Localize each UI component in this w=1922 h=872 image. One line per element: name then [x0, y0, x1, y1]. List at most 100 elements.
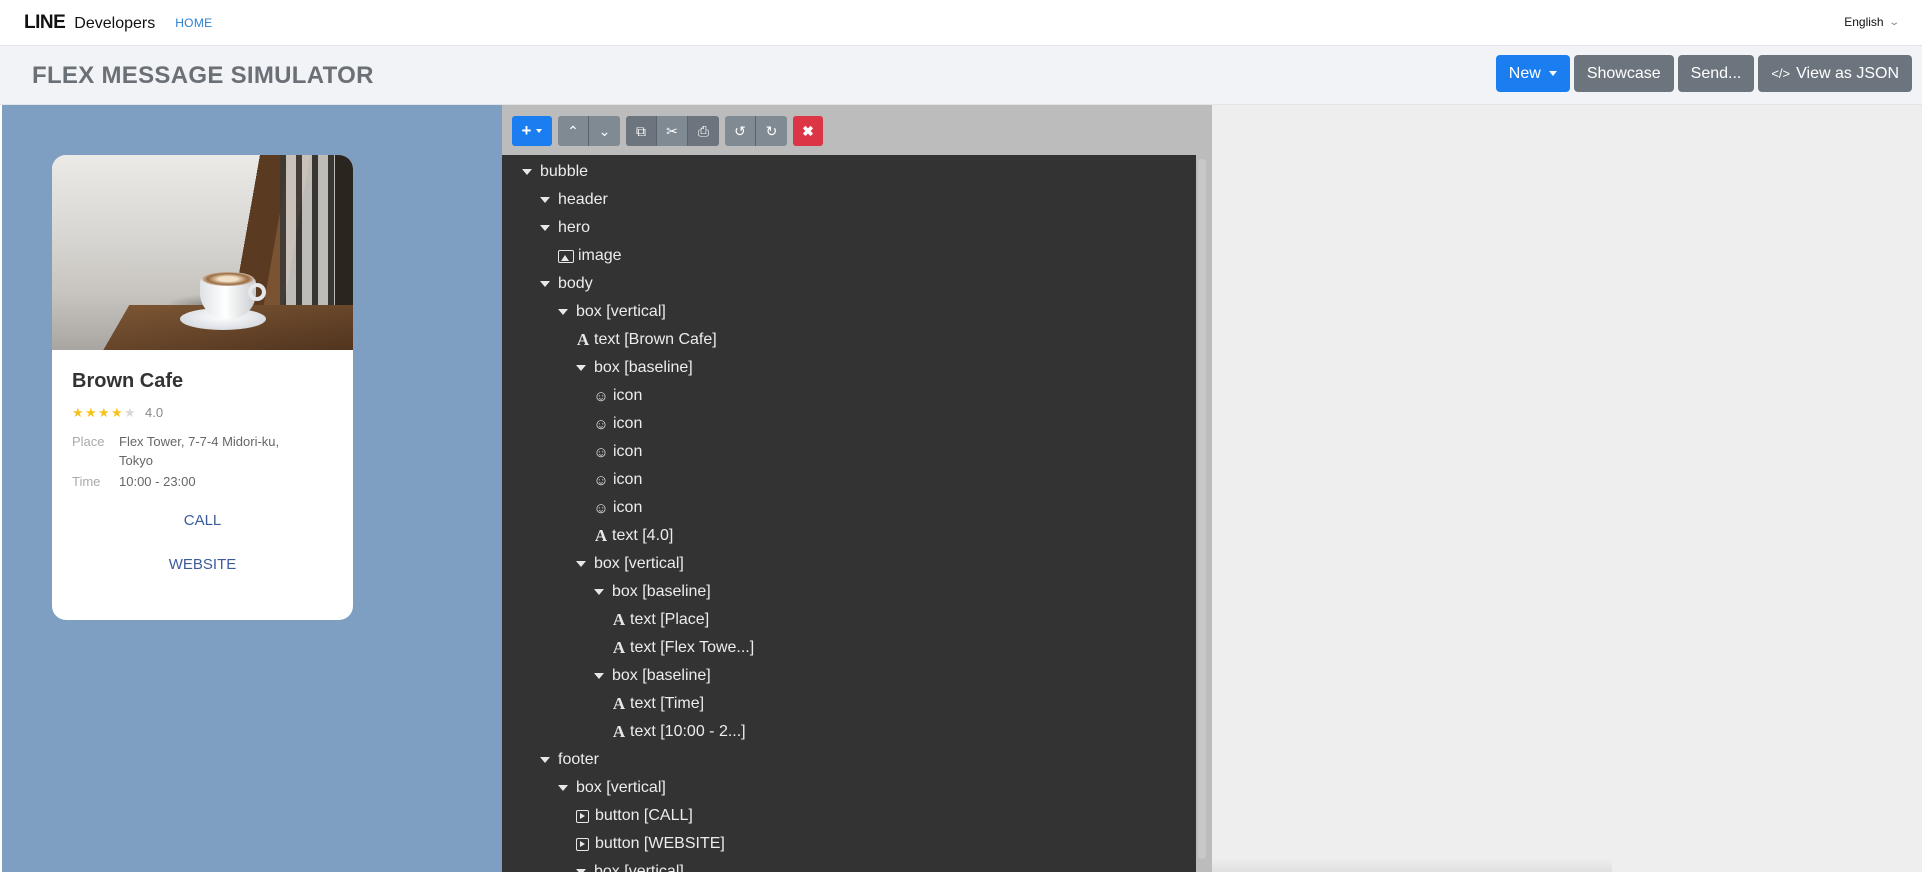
caret-down-icon	[594, 589, 604, 595]
app-window: LINE Developers HOME English ⌄ FLEX MESS…	[0, 0, 1922, 872]
tree-node-icon[interactable]: ☺ icon	[593, 466, 642, 494]
caret-down-icon	[540, 225, 550, 231]
button-icon	[576, 809, 589, 823]
chevron-up-icon: ⌃	[567, 122, 579, 139]
time-label: Time	[72, 474, 101, 489]
close-icon: ✖	[802, 122, 814, 139]
brand-logo[interactable]: LINE Developers	[24, 12, 155, 34]
brand-developers-text: Developers	[74, 14, 156, 32]
new-button[interactable]: New	[1495, 55, 1570, 92]
undo-button[interactable]: ↺	[725, 116, 756, 146]
send-button[interactable]: Send...	[1677, 55, 1755, 92]
top-navbar: LINE Developers HOME English ⌄	[0, 0, 1922, 46]
call-button[interactable]: CALL	[72, 499, 333, 543]
tree-node-icon[interactable]: ☺ icon	[593, 410, 642, 438]
delete-button[interactable]: ✖	[793, 116, 823, 146]
star-icon: ★	[85, 405, 97, 420]
tree-node-box-baseline[interactable]: box [baseline]	[594, 662, 711, 690]
place-value: Flex Tower, 7-7-4 Midori-ku, Tokyo	[119, 434, 280, 468]
hero-image[interactable]	[52, 155, 353, 350]
tree-node-footer[interactable]: footer	[540, 746, 599, 774]
tree-node-box-vertical[interactable]: box [vertical]	[576, 858, 684, 872]
caret-down-icon	[1548, 71, 1557, 76]
caret-down-icon	[594, 673, 604, 679]
tree-editor-panel: + ⌃ ⌄ ⧉ ✂ ⎙ ↺ ↻ ✖ bubble header hero ima…	[502, 105, 1212, 872]
caret-down-icon	[536, 129, 543, 133]
tree-node-text-brown-cafe[interactable]: Atext [Brown Cafe]	[576, 326, 717, 354]
cut-button[interactable]: ✂	[657, 116, 688, 146]
caret-down-icon	[576, 561, 586, 567]
time-value: 10:00 - 23:00	[119, 474, 196, 489]
showcase-button[interactable]: Showcase	[1573, 55, 1674, 92]
time-row: Time 10:00 - 23:00	[72, 472, 333, 491]
tree-node-button-call[interactable]: button [CALL]	[576, 802, 693, 830]
tree-node-text-time[interactable]: Atext [Time]	[612, 690, 704, 718]
add-component-button[interactable]: +	[512, 116, 552, 146]
star-icon: ★	[111, 405, 123, 420]
text-icon: A	[594, 526, 608, 545]
nav-home-link[interactable]: HOME	[175, 16, 212, 30]
redo-icon: ↻	[765, 122, 778, 139]
copy-button[interactable]: ⧉	[626, 116, 657, 146]
flex-bubble-card[interactable]: Brown Cafe ★ ★ ★ ★ ★ 4.0 Place Flex Towe…	[52, 155, 353, 620]
tree-node-icon[interactable]: ☺ icon	[593, 494, 642, 522]
rating-value: 4.0	[145, 405, 164, 420]
view-as-json-button[interactable]: </> View as JSON	[1758, 55, 1912, 92]
tree-node-box-vertical[interactable]: box [vertical]	[576, 550, 684, 578]
page-title: FLEX MESSAGE SIMULATOR	[32, 62, 374, 89]
rating-row: ★ ★ ★ ★ ★ 4.0	[72, 405, 333, 420]
tree-node-text-time-value[interactable]: Atext [10:00 - 2...]	[612, 718, 746, 746]
tree-node-text-place-value[interactable]: Atext [Flex Towe...]	[612, 634, 754, 662]
caret-down-icon	[558, 785, 568, 791]
caret-down-icon	[522, 169, 532, 175]
text-icon: A	[576, 330, 590, 349]
tree-scrollbar[interactable]	[1198, 159, 1206, 859]
text-icon: A	[612, 610, 626, 629]
title-bar: FLEX MESSAGE SIMULATOR New Showcase Send…	[0, 46, 1922, 105]
copy-icon: ⧉	[636, 122, 646, 139]
tree-node-icon[interactable]: ☺ icon	[593, 382, 642, 410]
paste-icon: ⎙	[697, 122, 710, 139]
image-icon	[558, 249, 574, 263]
tree-node-box-vertical[interactable]: box [vertical]	[558, 774, 666, 802]
website-button[interactable]: WEBSITE	[72, 543, 333, 587]
tree-node-hero[interactable]: hero	[540, 214, 590, 242]
place-row: Place Flex Tower, 7-7-4 Midori-ku, Tokyo	[72, 432, 333, 470]
language-dropdown[interactable]: English ⌄	[1844, 15, 1900, 29]
text-icon: A	[612, 722, 626, 741]
tree-node-box-vertical[interactable]: box [vertical]	[558, 298, 666, 326]
tree-node-body[interactable]: body	[540, 270, 593, 298]
scissors-icon: ✂	[666, 122, 678, 139]
move-up-button[interactable]: ⌃	[558, 116, 589, 146]
brand-line-text: LINE	[24, 11, 66, 33]
chevron-down-icon: ⌄	[1887, 16, 1900, 28]
showcase-button-label: Showcase	[1586, 64, 1661, 82]
tree-node-text-place[interactable]: Atext [Place]	[612, 606, 709, 634]
tree-node-image[interactable]: image	[558, 242, 622, 270]
tree-node-text-rating[interactable]: Atext [4.0]	[594, 522, 674, 550]
tree-node-header[interactable]: header	[540, 186, 608, 214]
paste-button[interactable]: ⎙	[688, 116, 719, 146]
button-icon	[576, 837, 589, 851]
smile-icon: ☺	[593, 415, 609, 433]
tree-node-icon[interactable]: ☺ icon	[593, 438, 642, 466]
tree-node-box-baseline[interactable]: box [baseline]	[594, 578, 711, 606]
tree-node-bubble[interactable]: bubble	[522, 158, 588, 186]
redo-button[interactable]: ↻	[756, 116, 787, 146]
undo-icon: ↺	[734, 122, 746, 139]
caret-down-icon	[540, 197, 550, 203]
caret-down-icon	[540, 757, 550, 763]
action-buttons: New Showcase Send... </> View as JSON	[1495, 55, 1912, 92]
property-panel	[1212, 105, 1922, 872]
star-icon: ★	[72, 405, 84, 420]
tree-node-button-website[interactable]: button [WEBSITE]	[576, 830, 725, 858]
move-down-button[interactable]: ⌄	[589, 116, 620, 146]
view-as-json-label: View as JSON	[1796, 64, 1899, 82]
smile-icon: ☺	[593, 387, 609, 405]
new-button-label: New	[1508, 64, 1541, 82]
component-tree[interactable]: bubble header hero image body box [verti…	[502, 155, 1196, 872]
card-footer: CALL WEBSITE	[72, 491, 333, 587]
tree-toolbar: + ⌃ ⌄ ⧉ ✂ ⎙ ↺ ↻ ✖	[512, 116, 823, 146]
tree-node-box-baseline[interactable]: box [baseline]	[576, 354, 693, 382]
star-icon: ★	[98, 405, 110, 420]
